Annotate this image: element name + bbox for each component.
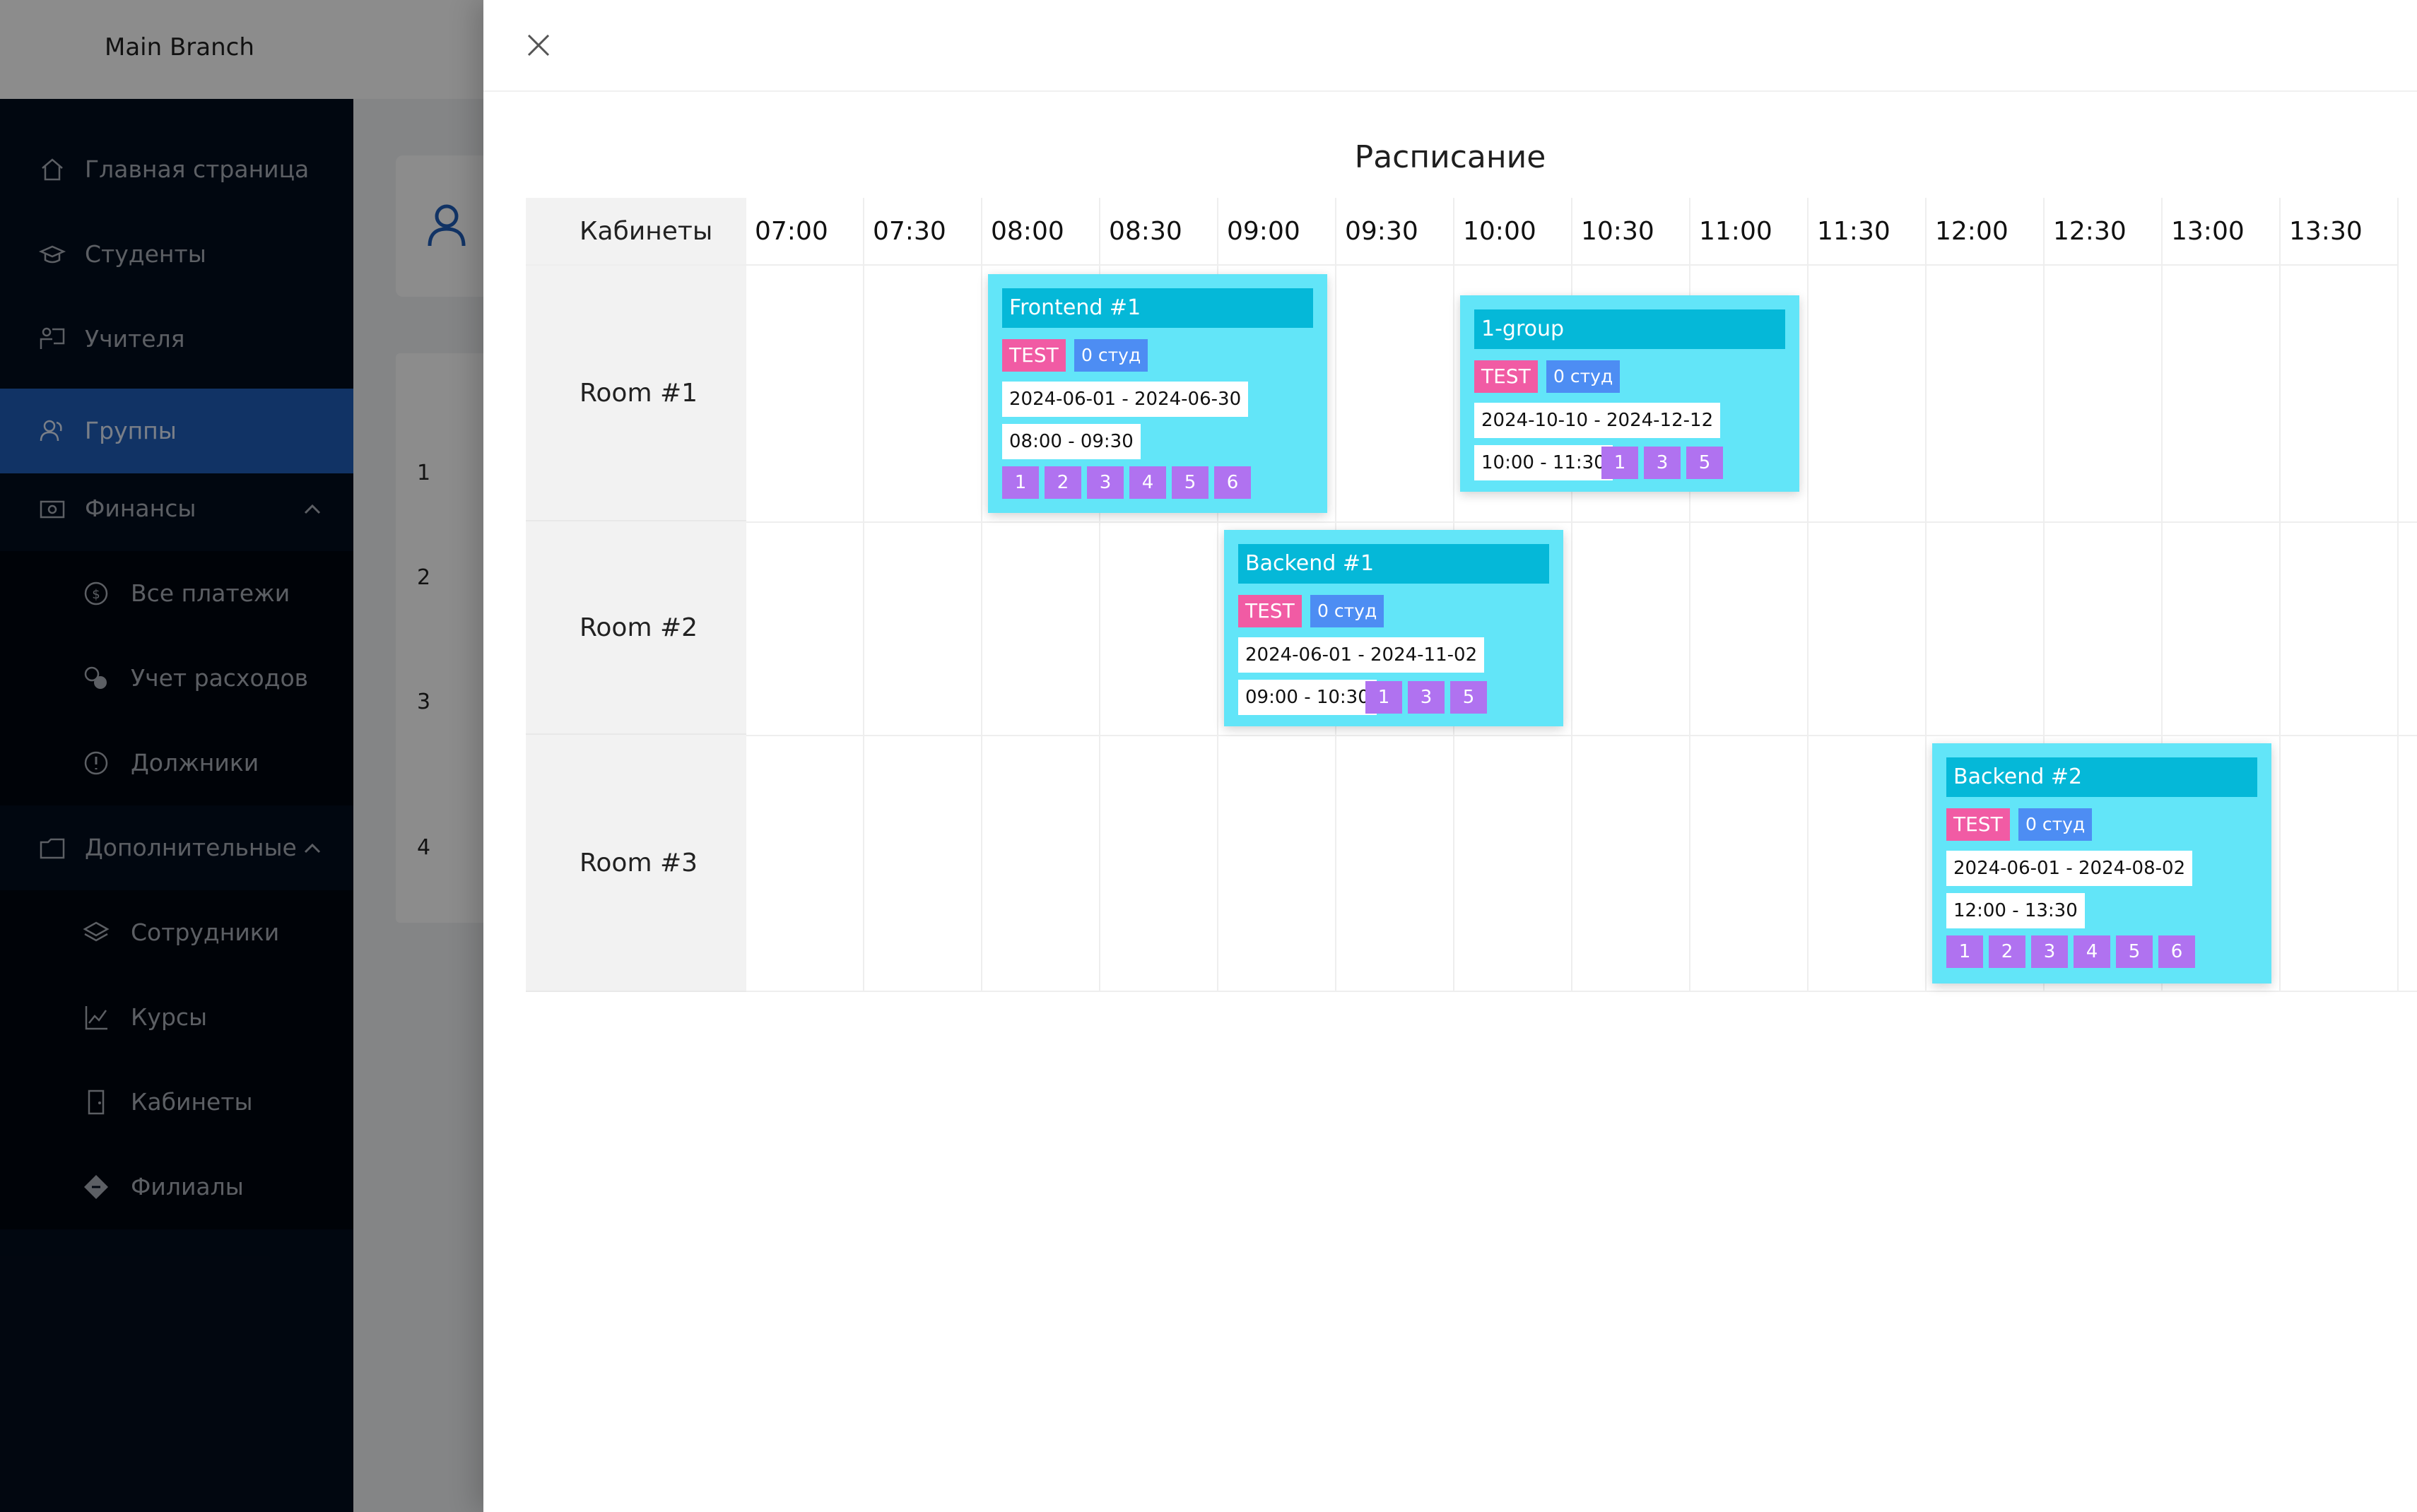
grid-line — [746, 521, 2417, 523]
time-header: 09:00 — [1218, 198, 1336, 266]
time-header: 08:30 — [1100, 198, 1218, 266]
lesson-title: Backend #1 — [1238, 544, 1549, 584]
day-badge: 2 — [1989, 935, 2025, 968]
lesson-dates: 2024-06-01 - 2024-06-30 — [1002, 382, 1249, 417]
day-badge: 4 — [2074, 935, 2110, 968]
lesson-tag: TEST — [1946, 808, 2010, 841]
grid-line — [1807, 266, 1809, 992]
rooms-header: Кабинеты — [526, 198, 746, 266]
day-badge: 5 — [1450, 681, 1487, 714]
lesson-card[interactable]: 1-group TEST 0 студ 2024-10-10 - 2024-12… — [1460, 295, 1799, 492]
schedule-drawer: Расписание Кабинеты 07:00 07:30 08:00 08:30… — [483, 0, 2417, 1512]
grid-line — [863, 266, 864, 992]
lesson-tag: TEST — [1474, 360, 1538, 393]
student-count-badge: 0 студ — [2018, 808, 2093, 841]
lesson-time: 09:00 - 10:30 — [1238, 680, 1377, 715]
time-header: 07:30 — [864, 198, 982, 266]
lesson-title: Backend #2 — [1946, 757, 2257, 797]
lesson-time: 10:00 - 11:30 — [1474, 445, 1613, 480]
day-badge: 5 — [1172, 466, 1208, 499]
room-cell: Room #3 — [526, 735, 746, 992]
lesson-dates: 2024-06-01 - 2024-08-02 — [1946, 851, 2193, 886]
time-header: 13:00 — [2163, 198, 2281, 266]
lesson-title: 1-group — [1474, 309, 1785, 349]
day-badge: 6 — [1214, 466, 1251, 499]
lesson-card[interactable]: Backend #2 TEST 0 студ 2024-06-01 - 2024… — [1932, 743, 2271, 984]
lesson-time: 12:00 - 13:30 — [1946, 893, 2085, 928]
schedule-title: Расписание — [1354, 139, 1546, 175]
lesson-dates: 2024-10-10 - 2024-12-12 — [1474, 403, 1721, 438]
grid-line — [2397, 266, 2399, 992]
time-header: 09:30 — [1336, 198, 1454, 266]
time-header: 12:30 — [2045, 198, 2163, 266]
day-badge: 4 — [1129, 466, 1166, 499]
lesson-tag: TEST — [1002, 339, 1066, 372]
lesson-time: 08:00 - 09:30 — [1002, 424, 1141, 459]
grid-line — [746, 991, 2417, 992]
day-badge: 5 — [2116, 935, 2153, 968]
time-header: 08:00 — [982, 198, 1100, 266]
student-count-badge: 0 студ — [1546, 360, 1621, 393]
day-badge: 1 — [1002, 466, 1039, 499]
day-badge: 6 — [2158, 935, 2195, 968]
day-badge: 3 — [1408, 681, 1445, 714]
grid-line — [746, 735, 2417, 736]
day-badge: 3 — [1087, 466, 1124, 499]
grid-line — [2279, 266, 2281, 992]
grid-line — [1925, 266, 1927, 992]
lesson-tag: TEST — [1238, 595, 1302, 627]
time-header: 11:30 — [1809, 198, 1927, 266]
lesson-card[interactable]: Backend #1 TEST 0 студ 2024-06-01 - 2024… — [1224, 530, 1563, 726]
room-cell: Room #1 — [526, 266, 746, 521]
time-header: 07:00 — [746, 198, 864, 266]
schedule-table: Кабинеты 07:00 07:30 08:00 08:30 09:00 09:30 1… — [526, 198, 2417, 992]
day-badge: 5 — [1686, 447, 1723, 479]
lesson-title: Frontend #1 — [1002, 288, 1313, 328]
lesson-dates: 2024-06-01 - 2024-11-02 — [1238, 637, 1485, 673]
day-badge: 3 — [2031, 935, 2068, 968]
time-header: 10:00 — [1454, 198, 1572, 266]
day-badge: 1 — [1365, 681, 1402, 714]
day-badge: 2 — [1045, 466, 1081, 499]
time-header: 11:00 — [1690, 198, 1809, 266]
time-header: 13:30 — [2281, 198, 2399, 266]
day-badge: 1 — [1946, 935, 1983, 968]
room-cell: Room #2 — [526, 521, 746, 735]
student-count-badge: 0 студ — [1310, 595, 1384, 627]
day-badge: 1 — [1601, 447, 1638, 479]
student-count-badge: 0 студ — [1074, 339, 1148, 372]
day-badge: 3 — [1644, 447, 1681, 479]
time-header: 10:30 — [1572, 198, 1690, 266]
drawer-header — [483, 0, 2417, 92]
grid-line — [981, 266, 982, 992]
time-header: 12:00 — [1927, 198, 2045, 266]
close-icon[interactable] — [524, 31, 553, 59]
lesson-card[interactable]: Frontend #1 TEST 0 студ 2024-06-01 - 202… — [988, 274, 1327, 513]
